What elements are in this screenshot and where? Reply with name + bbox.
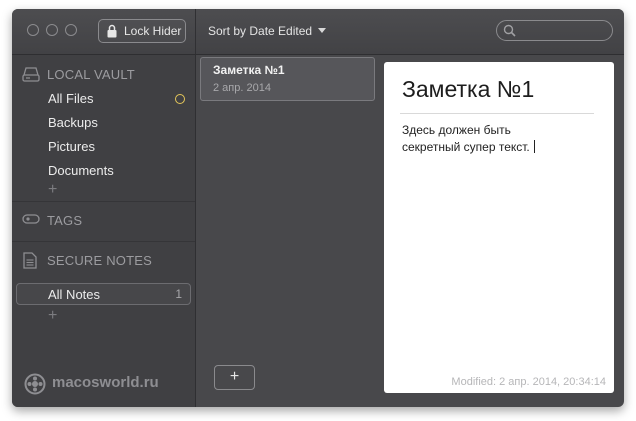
search-icon <box>503 24 516 37</box>
minimize-window-button[interactable] <box>46 24 58 36</box>
body-line: Здесь должен быть <box>402 123 511 137</box>
lock-icon <box>107 24 117 38</box>
note-icon <box>23 252 37 269</box>
sidebar-item-pictures[interactable]: Pictures <box>48 139 95 154</box>
title-divider <box>400 113 594 114</box>
brand-text: macosworld.ru <box>52 374 159 391</box>
status-dot-icon <box>175 94 185 104</box>
sidebar-item-backups[interactable]: Backups <box>48 115 98 130</box>
note-date: 2 апр. 2014 <box>213 82 271 94</box>
notes-list: Заметка №1 2 апр. 2014 + <box>196 55 383 407</box>
sidebar-item-label: All Notes <box>48 287 101 302</box>
sidebar-item-all-files[interactable]: All Files <box>48 91 94 106</box>
lock-hider-label: Lock Hider <box>124 24 182 38</box>
section-divider <box>12 201 195 202</box>
add-note-category-button[interactable]: + <box>48 307 57 325</box>
tags-title: TAGS <box>47 213 83 228</box>
globe-logo-icon <box>24 373 46 395</box>
text-cursor <box>533 140 535 153</box>
notes-count-badge: 1 <box>175 287 182 301</box>
local-vault-title: LOCAL VAULT <box>47 67 135 82</box>
modified-timestamp: Modified: 2 апр. 2014, 20:34:14 <box>451 376 606 388</box>
section-divider <box>12 241 195 242</box>
body-line: секретный супер текст. <box>402 140 530 154</box>
search-input[interactable] <box>496 20 613 41</box>
sort-dropdown[interactable]: Sort by Date Edited <box>208 24 327 38</box>
note-editor[interactable]: Заметка №1 Здесь должен быть секретный с… <box>384 62 614 393</box>
chevron-down-icon <box>318 28 327 33</box>
drive-icon <box>22 67 40 82</box>
add-vault-item-button[interactable]: + <box>48 181 57 199</box>
close-window-button[interactable] <box>27 24 39 36</box>
sidebar-item-all-notes[interactable]: All Notes 1 <box>16 283 191 305</box>
title-bar: Lock Hider Sort by Date Edited <box>12 9 624 55</box>
lock-hider-button[interactable]: Lock Hider <box>98 19 186 43</box>
tag-icon <box>22 214 40 224</box>
editor-body[interactable]: Здесь должен быть секретный супер текст. <box>402 122 602 156</box>
secure-notes-title: SECURE NOTES <box>47 253 152 268</box>
list-item[interactable]: Заметка №1 2 апр. 2014 <box>200 57 375 101</box>
add-note-button[interactable]: + <box>214 365 255 390</box>
zoom-window-button[interactable] <box>65 24 77 36</box>
note-title: Заметка №1 <box>213 63 285 77</box>
sort-label: Sort by Date Edited <box>208 24 313 38</box>
sidebar-item-documents[interactable]: Documents <box>48 163 114 178</box>
toolbar-divider <box>195 9 196 54</box>
app-window: Lock Hider Sort by Date Edited LOCAL VAU… <box>12 9 624 407</box>
sidebar: LOCAL VAULT All Files Backups Pictures D… <box>12 55 195 407</box>
editor-title[interactable]: Заметка №1 <box>402 76 534 103</box>
